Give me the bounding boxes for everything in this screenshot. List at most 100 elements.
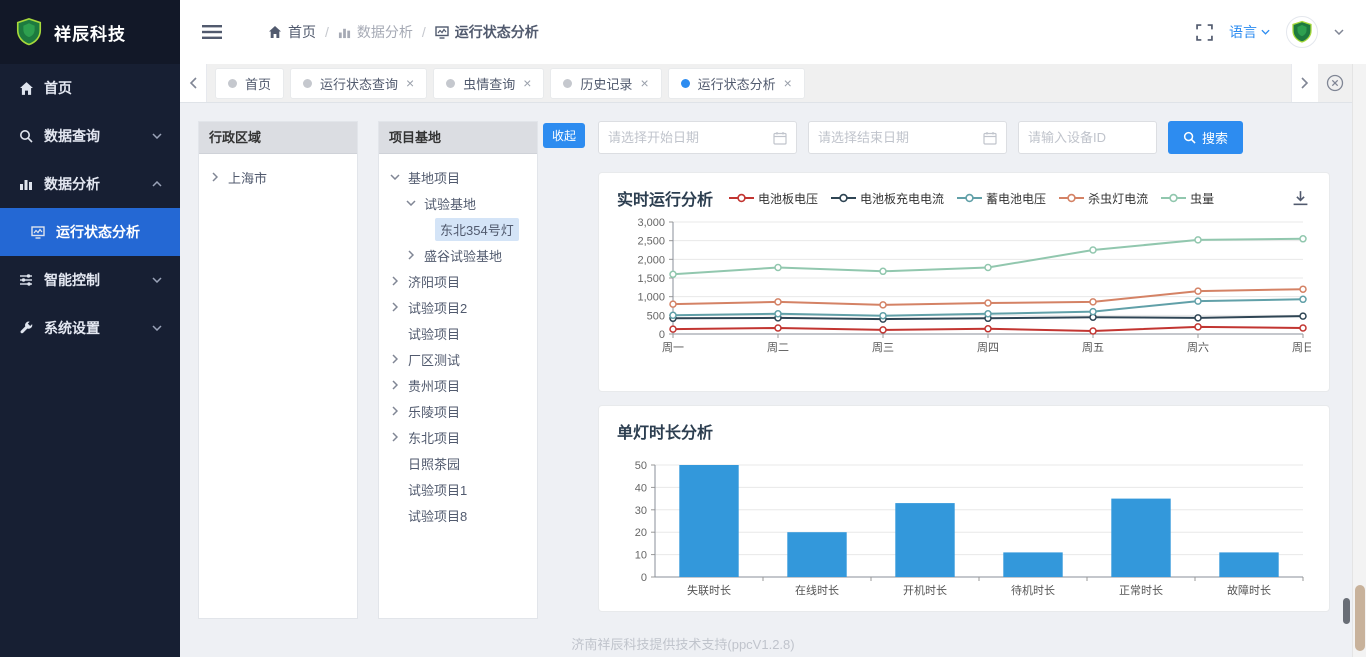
device-id-field[interactable]	[1018, 121, 1157, 154]
sidebar-item-0[interactable]: 首页	[0, 64, 180, 112]
legend-item-3[interactable]: 杀虫灯电流	[1059, 190, 1148, 207]
sidebar-item-3[interactable]: 智能控制	[0, 256, 180, 304]
legend-item-2[interactable]: 蓄电池电压	[957, 190, 1046, 207]
tab-3[interactable]: 历史记录×	[550, 68, 661, 99]
fullscreen-icon[interactable]	[1196, 24, 1213, 41]
hamburger-menu-icon[interactable]	[202, 24, 222, 40]
project-tree-node-10[interactable]: 东北项目	[381, 424, 535, 450]
svg-text:2,000: 2,000	[637, 254, 665, 266]
chevron-right-icon[interactable]	[387, 276, 403, 286]
tabs-scroll-right-icon[interactable]	[1291, 64, 1318, 102]
end-date-input[interactable]	[818, 130, 977, 145]
project-tree-node-4[interactable]: 济阳项目	[381, 268, 535, 294]
tree-node-label[interactable]: 试验基地	[419, 192, 481, 215]
region-tree: 上海市	[199, 154, 357, 200]
region-tree-node-0[interactable]: 上海市	[201, 164, 355, 190]
tree-node-label[interactable]: 贵州项目	[403, 374, 465, 397]
legend-item-4[interactable]: 虫量	[1161, 190, 1214, 207]
tree-node-label[interactable]: 济阳项目	[403, 270, 465, 293]
legend-label: 电池板电压	[758, 190, 818, 207]
tree-node-label[interactable]: 试验项目1	[403, 478, 472, 501]
project-panel: 项目基地 基地项目试验基地东北354号灯盛谷试验基地济阳项目试验项目2试验项目厂…	[378, 121, 538, 619]
tree-node-label[interactable]: 厂区测试	[403, 348, 465, 371]
legend-item-1[interactable]: 电池板充电电流	[831, 190, 944, 207]
chevron-right-icon[interactable]	[387, 380, 403, 390]
project-tree-node-2[interactable]: 东北354号灯	[381, 216, 535, 242]
project-tree-node-9[interactable]: 乐陵项目	[381, 398, 535, 424]
app-window: 祥辰科技 首页数据查询数据分析运行状态分析智能控制系统设置 首页 / 数据分析 …	[0, 0, 1366, 657]
tree-node-label[interactable]: 试验项目	[403, 322, 465, 345]
svg-text:周三: 周三	[872, 341, 894, 354]
tab-4[interactable]: 运行状态分析×	[668, 68, 805, 99]
tree-node-label[interactable]: 试验项目2	[403, 296, 472, 319]
chevron-right-icon[interactable]	[387, 406, 403, 416]
chevron-right-icon[interactable]	[403, 250, 419, 260]
search-button[interactable]: 搜索	[1168, 121, 1243, 154]
sidebar-item-2[interactable]: 数据分析	[0, 160, 180, 208]
tab-close-icon[interactable]: ×	[523, 76, 531, 90]
brand-shield-icon	[14, 17, 44, 47]
avatar[interactable]	[1286, 16, 1318, 48]
brand-logo[interactable]: 祥辰科技	[0, 0, 180, 64]
tree-node-label[interactable]: 盛谷试验基地	[419, 244, 507, 267]
chevron-right-icon[interactable]	[387, 354, 403, 364]
start-date-input[interactable]	[608, 130, 767, 145]
window-scrollbar[interactable]	[1352, 64, 1366, 657]
bar-chart[interactable]: 01020304050失联时长在线时长开机时长待机时长正常时长故障时长	[615, 457, 1311, 603]
breadcrumb-home[interactable]: 首页	[268, 22, 316, 42]
chevron-right-icon[interactable]	[387, 432, 403, 442]
chevron-right-icon[interactable]	[387, 302, 403, 312]
line-chart[interactable]: 05001,0001,5002,0002,5003,000周一周二周三周四周五周…	[615, 214, 1311, 372]
svg-text:在线时长: 在线时长	[795, 583, 839, 597]
tab-2[interactable]: 虫情查询×	[433, 68, 544, 99]
tree-node-label[interactable]: 基地项目	[403, 166, 465, 189]
project-tree-node-7[interactable]: 厂区测试	[381, 346, 535, 372]
chevron-down-icon[interactable]	[387, 174, 403, 180]
project-tree-node-5[interactable]: 试验项目2	[381, 294, 535, 320]
end-date-field[interactable]	[808, 121, 1007, 154]
tree-node-label[interactable]: 上海市	[223, 166, 272, 189]
tab-1[interactable]: 运行状态查询×	[290, 68, 427, 99]
collapse-button[interactable]: 收起	[543, 123, 585, 148]
close-all-tabs-icon[interactable]	[1326, 74, 1346, 92]
legend-item-0[interactable]: 电池板电压	[729, 190, 818, 207]
project-tree-node-6[interactable]: 试验项目	[381, 320, 535, 346]
tab-close-icon[interactable]: ×	[640, 76, 648, 90]
project-tree-node-3[interactable]: 盛谷试验基地	[381, 242, 535, 268]
tree-node-label[interactable]: 东北项目	[403, 426, 465, 449]
sidebar-item-label: 系统设置	[44, 318, 100, 338]
project-tree-node-13[interactable]: 试验项目8	[381, 502, 535, 528]
device-id-input[interactable]	[1028, 130, 1147, 145]
breadcrumb-data-analysis[interactable]: 数据分析	[338, 22, 413, 42]
sidebar-item-1[interactable]: 数据查询	[0, 112, 180, 160]
content-scrollbar-thumb[interactable]	[1343, 598, 1350, 624]
sidebar-subitem-运行状态分析[interactable]: 运行状态分析	[0, 208, 180, 256]
tab-close-icon[interactable]: ×	[406, 76, 414, 90]
search-icon	[1183, 131, 1196, 144]
tabs-scroll-left-icon[interactable]	[180, 64, 207, 102]
download-icon[interactable]	[1292, 190, 1309, 207]
chart-icon	[338, 26, 351, 39]
project-tree: 基地项目试验基地东北354号灯盛谷试验基地济阳项目试验项目2 试验项目厂区测试贵州…	[379, 154, 537, 538]
main-content: 行政区域 上海市 项目基地 基地项目试验基地东北354号灯盛谷试验基地济阳项目试…	[180, 103, 1352, 657]
project-tree-node-12[interactable]: 试验项目1	[381, 476, 535, 502]
tree-node-label[interactable]: 试验项目8	[403, 504, 472, 527]
sidebar-item-4[interactable]: 系统设置	[0, 304, 180, 352]
user-menu-chevron-icon[interactable]	[1334, 29, 1344, 35]
duration-chart-title: 单灯时长分析	[617, 419, 713, 443]
project-tree-node-11[interactable]: 日照茶园	[381, 450, 535, 476]
tree-node-label[interactable]: 日照茶园	[403, 452, 465, 475]
project-tree-node-8[interactable]: 贵州项目	[381, 372, 535, 398]
start-date-field[interactable]	[598, 121, 797, 154]
language-selector[interactable]: 语言	[1229, 22, 1270, 42]
tab-0[interactable]: 首页	[215, 68, 284, 99]
tree-node-label[interactable]: 乐陵项目	[403, 400, 465, 423]
chevron-right-icon[interactable]	[207, 172, 223, 182]
project-tree-node-1[interactable]: 试验基地	[381, 190, 535, 216]
realtime-card-header: 实时运行分析 电池板电压电池板充电电流蓄电池电压杀虫灯电流虫量	[599, 173, 1329, 210]
tab-close-icon[interactable]: ×	[784, 76, 792, 90]
tree-node-label[interactable]: 东北354号灯	[435, 218, 519, 241]
window-scrollbar-thumb[interactable]	[1355, 585, 1365, 651]
project-tree-node-0[interactable]: 基地项目	[381, 164, 535, 190]
chevron-down-icon[interactable]	[403, 200, 419, 206]
